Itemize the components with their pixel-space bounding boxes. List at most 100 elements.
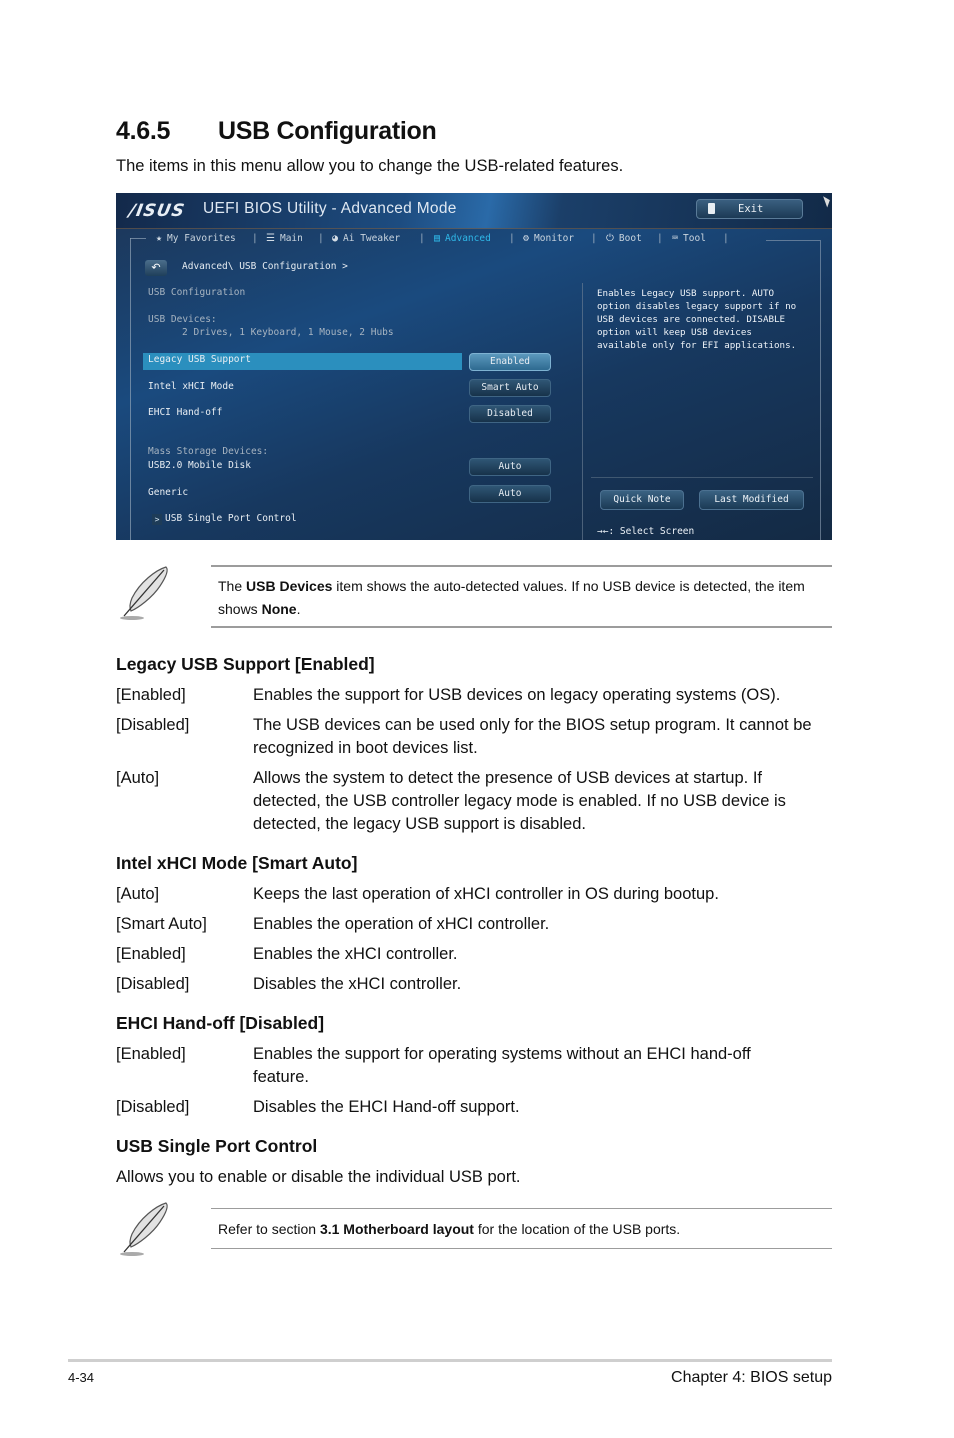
nav-separator: | [509, 233, 515, 244]
mass-storage-label: Mass Storage Devices: [148, 446, 269, 457]
nav-tab-monitor[interactable]: ⚙ Monitor [523, 233, 574, 244]
legacy-usb-support-dropdown[interactable]: Enabled [469, 353, 551, 371]
note-text: Refer to section [218, 1221, 320, 1237]
note-top-rule [211, 565, 832, 567]
note-text: The [218, 578, 247, 594]
note-text: . [296, 601, 301, 617]
footer-rule [68, 1359, 832, 1362]
note-motherboard-layout: Refer to section 3.1 Motherboard layout … [218, 1218, 680, 1241]
option-key: [Enabled] [116, 686, 186, 704]
nav-tab-my-favorites[interactable]: ★ My Favorites [156, 233, 236, 244]
option-key: [Enabled] [116, 1045, 186, 1063]
single-port-desc: Allows you to enable or disable the indi… [116, 1168, 521, 1186]
setting-label-ehci-hand-off[interactable]: EHCI Hand-off [148, 407, 222, 418]
intel-xhci-mode-dropdown[interactable]: Smart Auto [469, 379, 551, 397]
nav-tab-main[interactable]: ☰ Main [266, 233, 303, 244]
option-desc: Enables the support for USB devices on l… [253, 686, 781, 704]
mass-storage-device-generic[interactable]: Generic [148, 487, 188, 498]
option-key: [Auto] [116, 885, 160, 903]
select-screen-hint: →←: Select Screen [597, 526, 695, 537]
bios-screenshot: /ISUS UEFI BIOS Utility - Advanced Mode … [116, 193, 832, 540]
divider [582, 283, 583, 540]
power-icon: ⏻ [606, 233, 614, 244]
nav-tab-advanced[interactable]: ▤ Advanced [434, 233, 491, 244]
nav-tab-boot[interactable]: ⏻ Boot [606, 233, 642, 244]
page-heading: USB Configuration [148, 287, 246, 298]
option-desc: Keeps the last operation of xHCI control… [253, 885, 719, 903]
note-text: for the location of the USB ports. [473, 1221, 681, 1237]
feather-note-icon [120, 1202, 168, 1256]
bios-title: UEFI BIOS Utility - Advanced Mode [203, 200, 457, 217]
note-bottom-rule [211, 626, 832, 628]
option-desc: Enables the operation of xHCI controller… [253, 915, 550, 933]
section-number: 4.6.5 [116, 117, 171, 145]
option-desc: Enables the support for operating system… [253, 1045, 751, 1086]
breadcrumb: Advanced\ USB Configuration > [182, 261, 348, 272]
option-key: [Disabled] [116, 1098, 190, 1116]
advanced-icon: ▤ [434, 233, 441, 244]
setting-label: Legacy USB Support [148, 354, 251, 365]
nav-separator: | [252, 233, 258, 244]
nav-separator: | [591, 233, 597, 244]
section-intro: The items in this menu allow you to chan… [116, 157, 624, 175]
quick-note-button[interactable]: Quick Note [600, 490, 684, 510]
option-desc: Disables the xHCI controller. [253, 975, 462, 993]
note-usb-devices: The USB Devices item shows the auto-dete… [218, 575, 828, 621]
divider [116, 228, 832, 229]
setting-row-legacy-usb-support[interactable]: Legacy USB Support [143, 353, 462, 370]
note-bold: USB Devices [246, 578, 333, 594]
page-number: 4-34 [68, 1370, 95, 1385]
usb-devices-label: USB Devices: [148, 314, 217, 325]
setting-label-intel-xhci-mode[interactable]: Intel xHCI Mode [148, 381, 234, 392]
nav-separator: | [419, 233, 425, 244]
nav-separator: | [657, 233, 663, 244]
back-arrow-icon: ↶ [151, 262, 161, 274]
option-key: [Disabled] [116, 716, 190, 734]
usb2-mobile-disk-dropdown[interactable]: Auto [469, 458, 551, 476]
option-desc: Enables the xHCI controller. [253, 945, 458, 963]
bios-nav-menu: ★ My Favorites | ☰ Main | ◕ Ai Tweaker | ▤ A… [116, 233, 832, 249]
divider [591, 477, 813, 478]
ehci-hand-off-dropdown[interactable]: Disabled [469, 405, 551, 423]
heading-ehci-hand-off: EHCI Hand-off [Disabled] [116, 1013, 325, 1033]
section-title-text: USB Configuration [218, 117, 437, 145]
note-bottom-rule [211, 1248, 832, 1249]
monitor-icon: ⚙ [523, 233, 530, 244]
feather-note-icon [120, 566, 168, 620]
frame-line [130, 238, 146, 239]
nav-tab-tool[interactable]: ⌨ Tool [672, 233, 706, 244]
back-button[interactable]: ↶ [145, 260, 167, 276]
last-modified-button[interactable]: Last Modified [699, 490, 804, 510]
section-title: 4.6.5 USB Configuration [116, 117, 437, 146]
nav-label: Main [279, 233, 303, 244]
option-desc: Disables the EHCI Hand-off support. [253, 1098, 520, 1116]
exit-door-icon [708, 203, 715, 214]
nav-label: Tool [683, 233, 706, 244]
frame-line [130, 238, 131, 540]
submenu-arrow-icon: > [152, 514, 162, 525]
nav-label: Boot [618, 233, 642, 244]
heading-usb-single-port-control: USB Single Port Control [116, 1136, 318, 1156]
mass-storage-device-usb2-mobile-disk[interactable]: USB2.0 Mobile Disk [148, 460, 251, 471]
submenu-usb-single-port-control[interactable]: USB Single Port Control [165, 513, 297, 524]
list-icon: ☰ [266, 233, 275, 244]
generic-dropdown[interactable]: Auto [469, 485, 551, 503]
heading-intel-xhci-mode: Intel xHCI Mode [Smart Auto] [116, 853, 358, 873]
option-key: [Auto] [116, 769, 160, 787]
nav-separator: | [318, 233, 324, 244]
option-key: [Disabled] [116, 975, 190, 993]
chapter-title: Chapter 4: BIOS setup [671, 1369, 832, 1386]
exit-label: Exit [738, 203, 764, 215]
help-text: Enables Legacy USB support. AUTO option … [597, 288, 797, 351]
option-key: [Enabled] [116, 945, 186, 963]
nav-label: Advanced [445, 233, 491, 244]
tweaker-icon: ◕ [332, 233, 339, 244]
usb-devices-value: 2 Drives, 1 Keyboard, 1 Mouse, 2 Hubs [182, 327, 394, 338]
option-key: [Smart Auto] [116, 915, 207, 933]
note-bold: 3.1 Motherboard layout [319, 1221, 474, 1237]
frame-line [766, 240, 820, 241]
nav-tab-ai-tweaker[interactable]: ◕ Ai Tweaker [332, 233, 400, 244]
asus-logo: /ISUS [127, 201, 187, 221]
exit-button[interactable]: Exit [696, 199, 803, 219]
star-icon: ★ [156, 233, 163, 244]
